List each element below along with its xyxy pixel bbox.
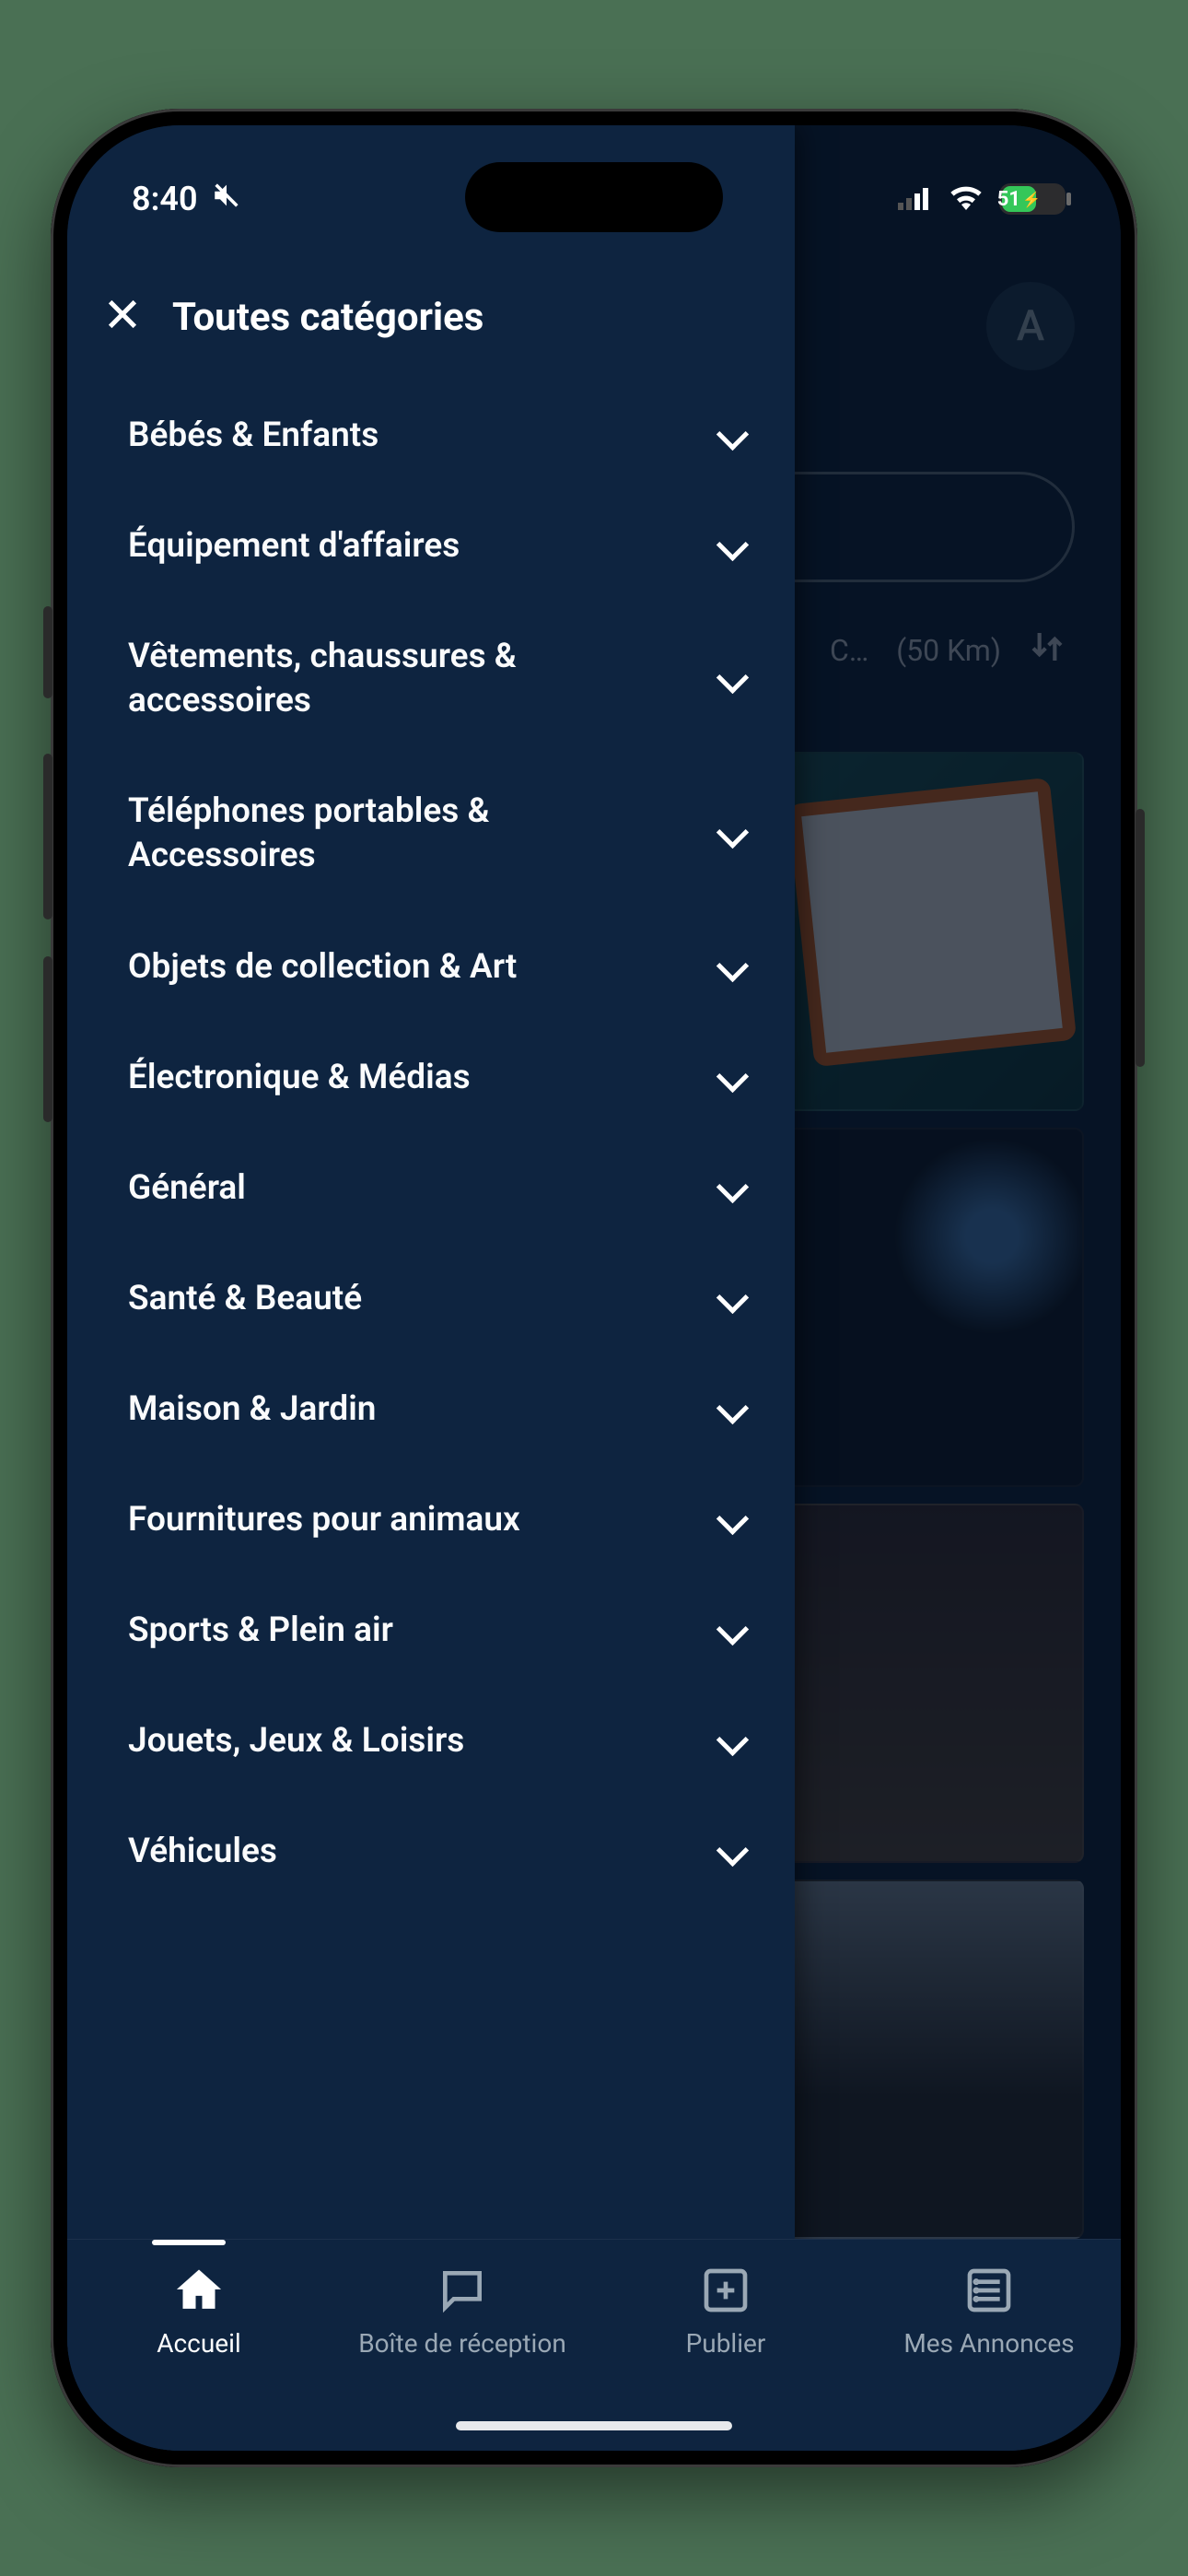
category-item[interactable]: Maison & Jardin xyxy=(128,1354,758,1465)
category-label: Fournitures pour animaux xyxy=(128,1498,520,1542)
nav-item-plus[interactable]: Publier xyxy=(594,2264,857,2359)
category-label: Électronique & Médias xyxy=(128,1056,471,1100)
list-icon xyxy=(963,2264,1015,2317)
plus-icon xyxy=(700,2264,751,2317)
status-time: 8:40 xyxy=(132,180,198,218)
nav-item-chat[interactable]: Boîte de réception xyxy=(331,2264,594,2359)
category-label: Sports & Plein air xyxy=(128,1609,393,1653)
cellular-signal-icon xyxy=(898,180,933,218)
category-item[interactable]: Équipement d'affaires xyxy=(128,491,758,602)
category-label: Téléphones portables & Accessoires xyxy=(128,790,644,878)
category-label: Véhicules xyxy=(128,1830,277,1874)
category-item[interactable]: Téléphones portables & Accessoires xyxy=(128,756,758,911)
nav-label: Accueil xyxy=(157,2328,240,2359)
chevron-down-icon xyxy=(716,1282,749,1316)
wifi-icon xyxy=(948,180,984,218)
chevron-down-icon xyxy=(716,951,749,984)
home-indicator[interactable] xyxy=(456,2421,732,2430)
bottom-nav: Accueil Boîte de réception Publier Mes Anno… xyxy=(67,2239,1121,2451)
chat-icon xyxy=(437,2264,488,2317)
drawer-title: Toutes catégories xyxy=(172,295,483,340)
category-label: Équipement d'affaires xyxy=(128,524,460,568)
phone-side-button xyxy=(43,956,52,1122)
category-label: Maison & Jardin xyxy=(128,1388,376,1432)
category-item[interactable]: Objets de collection & Art xyxy=(128,912,758,1023)
chevron-down-icon xyxy=(716,1061,749,1095)
chevron-down-icon xyxy=(716,817,749,850)
chevron-down-icon xyxy=(716,1172,749,1205)
home-icon xyxy=(173,2264,225,2317)
chevron-down-icon xyxy=(716,530,749,563)
category-item[interactable]: Véhicules xyxy=(128,1797,758,1907)
phone-frame: 8:40 51⚡ A xyxy=(51,109,1137,2467)
category-item[interactable]: Sports & Plein air xyxy=(128,1575,758,1686)
category-label: Objets de collection & Art xyxy=(128,945,517,989)
phone-side-button xyxy=(1136,809,1145,1067)
chevron-down-icon xyxy=(716,1504,749,1537)
nav-label: Publier xyxy=(686,2328,766,2359)
chevron-down-icon xyxy=(716,1393,749,1426)
nav-label: Mes Annonces xyxy=(903,2328,1074,2359)
chevron-down-icon xyxy=(716,662,749,696)
category-label: Général xyxy=(128,1166,246,1211)
categories-drawer: Toutes catégories Bébés & Enfants Équipem… xyxy=(67,125,795,2451)
nav-active-indicator xyxy=(152,2240,226,2245)
category-item[interactable]: Électronique & Médias xyxy=(128,1023,758,1133)
category-label: Vêtements, chaussures & accessoires xyxy=(128,635,644,723)
chevron-down-icon xyxy=(716,1614,749,1647)
category-item[interactable]: Bébés & Enfants xyxy=(128,381,758,491)
phone-screen: 8:40 51⚡ A xyxy=(67,125,1121,2451)
battery-percent: 51 xyxy=(997,188,1020,211)
phone-side-button xyxy=(43,606,52,698)
dynamic-island xyxy=(465,162,723,232)
category-item[interactable]: Santé & Beauté xyxy=(128,1244,758,1354)
chevron-down-icon xyxy=(716,1835,749,1868)
category-item[interactable]: Vêtements, chaussures & accessoires xyxy=(128,602,758,756)
silent-mode-icon xyxy=(211,180,242,219)
chevron-down-icon xyxy=(716,1725,749,1758)
phone-side-button xyxy=(43,754,52,919)
category-label: Santé & Beauté xyxy=(128,1277,362,1321)
close-icon[interactable] xyxy=(100,291,145,344)
category-item[interactable]: Général xyxy=(128,1133,758,1244)
nav-label: Boîte de réception xyxy=(358,2328,566,2359)
nav-item-home[interactable]: Accueil xyxy=(67,2264,331,2359)
category-label: Bébés & Enfants xyxy=(128,414,379,458)
category-item[interactable]: Fournitures pour animaux xyxy=(128,1465,758,1575)
nav-item-list[interactable]: Mes Annonces xyxy=(857,2264,1121,2359)
category-label: Jouets, Jeux & Loisirs xyxy=(128,1719,464,1763)
chevron-down-icon xyxy=(716,419,749,452)
category-item[interactable]: Jouets, Jeux & Loisirs xyxy=(128,1686,758,1797)
category-list: Bébés & Enfants Équipement d'affaires Vête… xyxy=(67,381,795,1907)
battery-indicator: 51⚡ xyxy=(999,183,1066,215)
